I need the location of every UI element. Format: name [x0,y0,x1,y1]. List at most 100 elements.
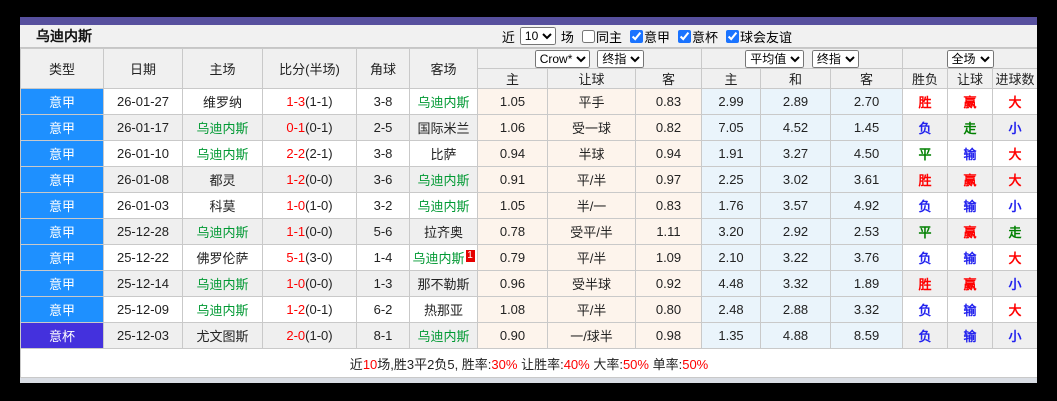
cell-handicap-odds-home: 0.78 [477,218,548,245]
cell-home-team: 都灵 [182,166,263,193]
cell-avg-away: 3.61 [830,166,904,193]
cell-score: 2-0(1-0) [262,322,357,349]
cell-avg-draw: 2.89 [760,88,832,115]
cell-handicap-result: 走 [947,114,994,141]
match-row: 意甲 26-01-10 乌迪内斯 2-2(2-1) 3-8 比萨 0.94 半球 0.94 1.9… [20,140,1037,167]
cell-handicap-odds-home: 1.05 [477,88,548,115]
cell-avg-away: 2.70 [830,88,904,115]
summary-segment: 50% [622,356,649,372]
cell-avg-home: 2.48 [701,296,762,323]
match-row: 意甲 26-01-27 维罗纳 1-3(1-1) 3-8 乌迪内斯 1.05 平手 0.83 2.… [20,88,1037,115]
match-row: 意甲 25-12-14 乌迪内斯 1-0(0-0) 1-3 那不勒斯 0.96 受半球 0.92… [20,270,1037,297]
coppa-checkbox[interactable] [677,29,691,43]
header-handicap-away: 客 [634,68,703,89]
summary-segment: 让胜率: [517,356,564,372]
cell-league-tag: 意杯 [20,322,104,349]
cell-goals-result: 小 [992,322,1037,349]
summary-segment: 10 [362,356,378,372]
cell-avg-home: 7.05 [701,114,762,141]
cell-handicap-odds-away: 0.83 [634,192,703,219]
cell-home-team: 乌迪内斯 [182,296,263,323]
cell-result: 负 [902,192,949,219]
cell-date: 25-12-28 [103,218,183,245]
handicap-stage-select[interactable]: 终指 [597,49,645,68]
header-home: 主场 [182,48,263,89]
cell-handicap-odds-home: 1.06 [477,114,548,141]
filter-controls: 近 10 场 同主 意甲 意杯 球会友谊 [502,27,792,46]
cell-handicap-odds-home: 0.94 [477,140,548,167]
cell-handicap-odds-away: 0.83 [634,88,703,115]
title-bar: 乌迪内斯 近 10 场 同主 意甲 意杯 球会友谊 [20,25,1037,48]
cell-away-team: 热那亚 [409,296,478,323]
cell-result: 负 [902,114,949,141]
match-row: 意杯 25-12-03 尤文图斯 2-0(1-0) 8-1 乌迪内斯 0.90 一/球半 0.9… [20,322,1037,349]
cell-date: 26-01-03 [103,192,183,219]
cell-avg-draw: 3.02 [760,166,832,193]
scope-select[interactable]: 全场 [946,49,994,68]
cell-avg-home: 2.25 [701,166,762,193]
summary-text: 近10场,胜3平2负5, 胜率:30% 让胜率:40% 大率:50% 单率:50… [20,348,1037,378]
cell-handicap-odds-away: 0.80 [634,296,703,323]
cell-avg-home: 1.76 [701,192,762,219]
friendly-checkbox[interactable] [725,29,739,43]
cell-result: 负 [902,244,949,271]
cell-result: 胜 [902,166,949,193]
cell-away-team: 拉齐奥 [409,218,478,245]
cell-league-tag: 意甲 [20,270,104,297]
cell-avg-home: 3.20 [701,218,762,245]
cell-goals-result: 大 [992,140,1037,167]
coppa-label: 意杯 [691,29,718,45]
cell-handicap-odds-home: 0.96 [477,270,548,297]
cell-avg-away: 3.76 [830,244,904,271]
cell-date: 25-12-09 [103,296,183,323]
header-score: 比分(半场) [262,48,357,89]
cell-league-tag: 意甲 [20,166,104,193]
cell-away-team: 国际米兰 [409,114,478,141]
cell-score: 1-0(1-0) [262,192,357,219]
cell-handicap-line: 半球 [547,140,636,167]
header-avg-home: 主 [701,68,762,89]
bottom-strip [20,378,1037,383]
cell-handicap-odds-home: 0.91 [477,166,548,193]
cell-corners: 8-1 [356,322,410,349]
cell-handicap-result: 输 [947,140,994,167]
cell-result: 负 [902,296,949,323]
cell-corners: 3-2 [356,192,410,219]
cell-handicap-result: 输 [947,322,994,349]
cell-league-tag: 意甲 [20,140,104,167]
cell-handicap-odds-away: 0.98 [634,322,703,349]
same-home-checkbox[interactable] [581,29,595,43]
cell-date: 25-12-03 [103,322,183,349]
checkbox-serie-a: 意甲 [624,27,670,46]
cell-score: 1-2(0-0) [262,166,357,193]
cell-away-team: 乌迪内斯 1 [409,244,478,271]
cell-score: 1-0(0-0) [262,270,357,297]
cell-avg-home: 2.10 [701,244,762,271]
cell-goals-result: 小 [992,270,1037,297]
avg-stage-select[interactable]: 终指 [811,49,859,68]
header-handicap-result: 让球 [947,68,994,89]
cell-away-team: 乌迪内斯 [409,166,478,193]
cell-avg-away: 2.53 [830,218,904,245]
cell-avg-home: 4.48 [701,270,762,297]
match-table-body: 意甲 26-01-27 维罗纳 1-3(1-1) 3-8 乌迪内斯 1.05 平手 0.83 2.… [20,88,1037,349]
odds-company-select[interactable]: Crow* [534,49,590,68]
match-row: 意甲 25-12-28 乌迪内斯 1-1(0-0) 5-6 拉齐奥 0.78 受平/半 1.11… [20,218,1037,245]
cell-handicap-odds-away: 0.94 [634,140,703,167]
cell-handicap-odds-away: 1.09 [634,244,703,271]
cell-score: 5-1(3-0) [262,244,357,271]
cell-handicap-line: 平/半 [547,244,636,271]
cell-avg-home: 2.99 [701,88,762,115]
cell-handicap-result: 赢 [947,88,994,115]
cell-date: 26-01-27 [103,88,183,115]
cell-handicap-odds-home: 0.90 [477,322,548,349]
serie-a-label: 意甲 [643,29,670,45]
cell-goals-result: 大 [992,88,1037,115]
recent-count-select[interactable]: 10 [519,27,556,45]
cell-away-team: 比萨 [409,140,478,167]
cell-handicap-result: 输 [947,296,994,323]
cell-result: 胜 [902,88,949,115]
avg-type-select[interactable]: 平均值 [745,49,805,68]
serie-a-checkbox[interactable] [629,29,643,43]
cell-home-team: 乌迪内斯 [182,218,263,245]
